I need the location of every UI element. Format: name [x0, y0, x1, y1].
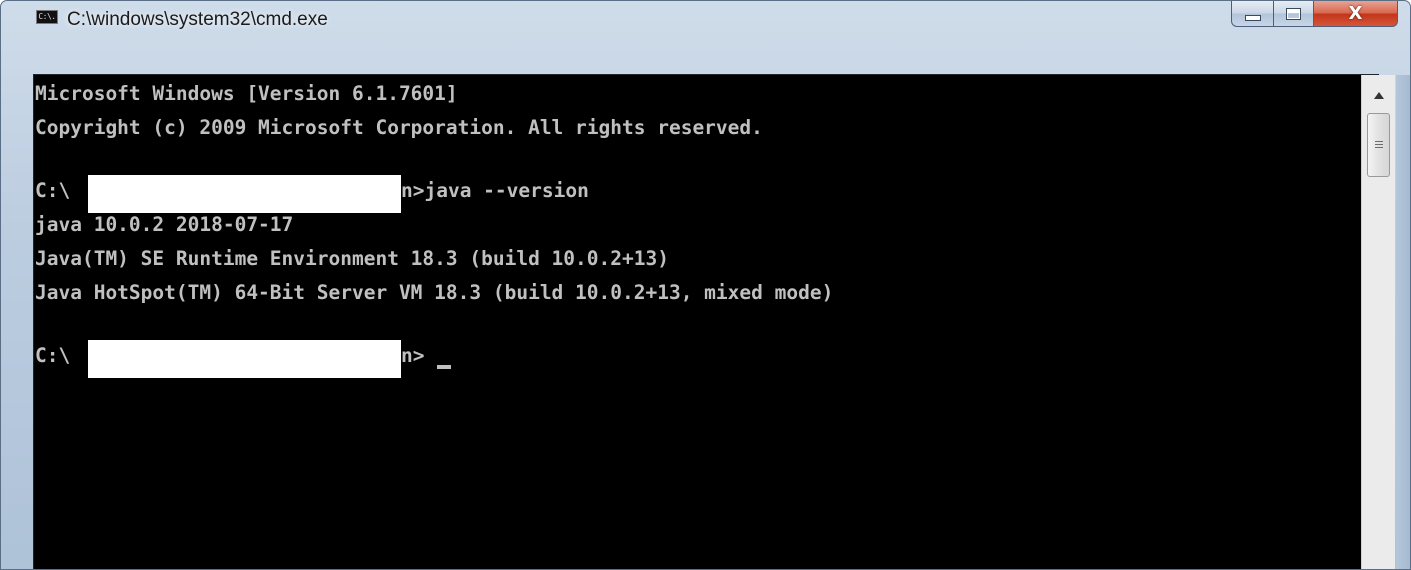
scroll-up-button[interactable]: [1362, 75, 1395, 111]
console-command: n>java --version: [401, 179, 589, 202]
console-line: Microsoft Windows [Version 6.1.7601]: [35, 82, 458, 105]
arrow-up-icon: [1373, 91, 1384, 99]
maximize-button[interactable]: [1274, 1, 1314, 27]
title-bar[interactable]: C:\. C:\windows\system32\cmd.exe X: [1, 1, 1410, 34]
redacted-path: [88, 340, 401, 378]
minimize-icon: [1244, 14, 1261, 21]
console-line: Copyright (c) 2009 Microsoft Corporation…: [35, 116, 763, 139]
console-output[interactable]: Microsoft Windows [Version 6.1.7601] Cop…: [34, 75, 1361, 569]
console-line: java 10.0.2 2018-07-17: [35, 213, 294, 236]
window-title: C:\windows\system32\cmd.exe: [67, 9, 328, 30]
console-line: Java HotSpot(TM) 64-Bit Server VM 18.3 (…: [35, 281, 834, 304]
console-app-icon[interactable]: C:\.: [36, 9, 58, 24]
close-icon: X: [1348, 3, 1363, 24]
cmd-window: C:\. C:\windows\system32\cmd.exe X Micro…: [0, 0, 1411, 570]
window-frame-right: [1396, 75, 1410, 569]
grip-icon: [1375, 141, 1383, 149]
console-prompt: n>: [401, 344, 425, 367]
console-line: Java(TM) SE Runtime Environment 18.3 (bu…: [35, 247, 669, 270]
vertical-scrollbar[interactable]: [1361, 75, 1395, 569]
scroll-thumb[interactable]: [1367, 113, 1390, 177]
console-line: C:\: [35, 344, 71, 367]
caption-buttons: X: [1231, 1, 1398, 27]
console-line: C:\: [35, 179, 71, 202]
minimize-button[interactable]: [1231, 1, 1274, 27]
redacted-path: [88, 175, 401, 213]
text-cursor: [437, 365, 451, 369]
maximize-icon: [1286, 7, 1301, 20]
close-button[interactable]: X: [1314, 1, 1398, 27]
